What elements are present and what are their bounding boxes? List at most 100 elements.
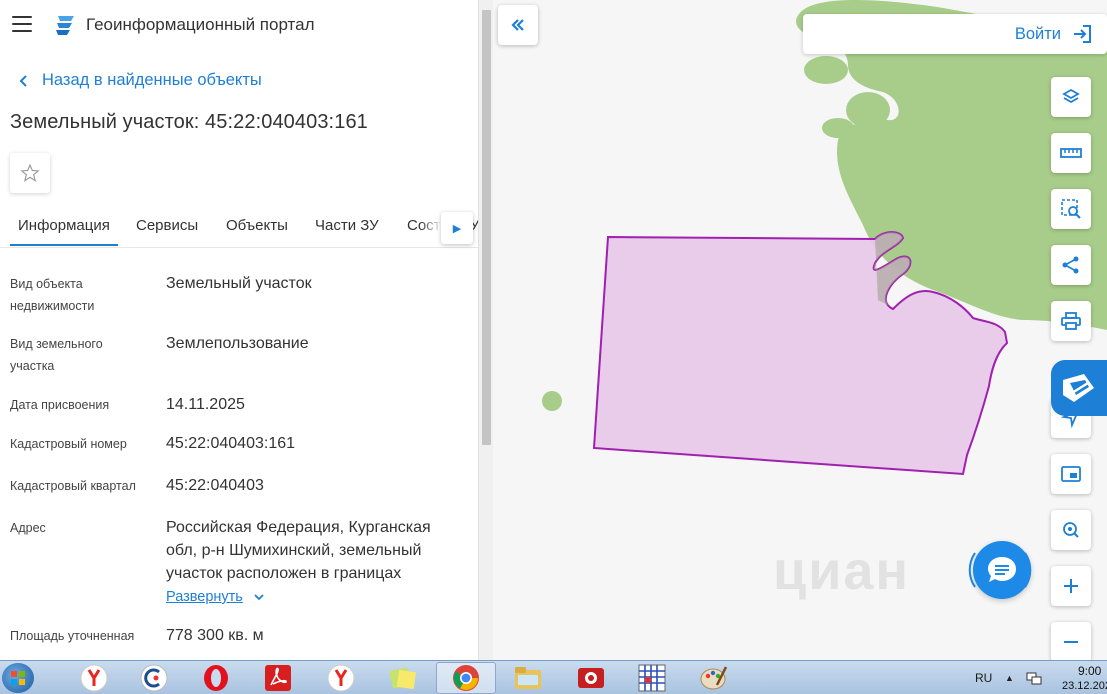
- prop-value-area: 778 300 кв. м: [166, 627, 264, 644]
- yandex-browser-icon: [80, 664, 108, 692]
- favorite-button[interactable]: [10, 153, 50, 193]
- prop-value-parcel-type: Землепользование: [166, 335, 309, 352]
- paint-icon: [700, 666, 728, 690]
- taskbar-acrobat-reader[interactable]: [248, 662, 308, 694]
- cian-watermark: циан: [773, 541, 911, 601]
- plus-icon: [1064, 579, 1078, 593]
- print-button[interactable]: [1051, 301, 1091, 341]
- geolocation-button[interactable]: [1051, 510, 1091, 550]
- ccleaner-icon: [140, 664, 168, 692]
- taskbar-sticky-notes[interactable]: [373, 662, 433, 694]
- clock-date[interactable]: 23.12.2025: [1062, 680, 1107, 692]
- folder-icon: [515, 667, 541, 689]
- collapse-panel-button[interactable]: [498, 5, 538, 45]
- chat-widget[interactable]: [963, 533, 1037, 607]
- taskbar-ccleaner[interactable]: [124, 662, 184, 694]
- minimap-icon: [1061, 466, 1081, 482]
- clock-time[interactable]: 9:00: [1078, 664, 1101, 678]
- prop-value-cadastral-quarter: 45:22:040403: [166, 477, 264, 494]
- acrobat-icon: [265, 665, 291, 691]
- taskbar-yandex-browser[interactable]: [64, 662, 124, 694]
- tab-fade: [420, 210, 442, 246]
- prop-value-date: 14.11.2025: [166, 396, 245, 413]
- back-to-results-link[interactable]: Назад в найденные объекты: [14, 71, 262, 90]
- grid-app-icon: [638, 664, 666, 692]
- chevron-left-icon: [19, 74, 27, 87]
- caret-right-icon: ▶: [452, 222, 462, 235]
- taskbar-chrome[interactable]: [436, 662, 496, 694]
- tabs-scroll-right-button[interactable]: ▶: [441, 212, 473, 244]
- back-link-label: Назад в найденные объекты: [42, 71, 262, 89]
- star-icon: [20, 163, 40, 182]
- prop-label-cadastral-quarter: Кадастровый квартал: [10, 479, 136, 493]
- prop-label-parcel-type: Вид земельного участка: [10, 337, 103, 373]
- tray-expand-icon[interactable]: ▲: [1005, 673, 1014, 683]
- vegetation-patch: [822, 118, 854, 138]
- menu-icon[interactable]: [12, 16, 32, 32]
- start-button[interactable]: [2, 663, 34, 693]
- chevron-down-icon: [254, 594, 264, 601]
- login-button[interactable]: Войти: [803, 14, 1107, 54]
- measure-button[interactable]: [1051, 133, 1091, 173]
- tab-services[interactable]: Сервисы: [136, 217, 198, 234]
- expand-address-link[interactable]: Развернуть: [166, 589, 265, 605]
- left-panel-scrollbar[interactable]: [478, 0, 493, 660]
- zoom-out-button[interactable]: [1051, 622, 1091, 660]
- prop-label-area: Площадь уточненная: [10, 629, 135, 643]
- prop-label-object-type: Вид объекта недвижимости: [10, 277, 95, 313]
- minimap-button[interactable]: [1051, 454, 1091, 494]
- chrome-icon: [453, 665, 479, 691]
- prop-label-cadastral-number: Кадастровый номер: [10, 437, 127, 451]
- sign-in-icon: [1074, 25, 1091, 43]
- network-icon[interactable]: [1026, 671, 1042, 685]
- geolocation-icon: [1063, 522, 1079, 538]
- portal-logo-icon: [56, 16, 74, 35]
- tab-parcel-parts[interactable]: Части ЗУ: [315, 217, 379, 234]
- cian-logo-icon: [1063, 374, 1094, 402]
- prop-value-address: Российская Федерация, Курганская обл, р-…: [166, 519, 431, 582]
- double-chevron-left-icon: [511, 19, 524, 31]
- keyboard-language[interactable]: RU: [975, 671, 992, 685]
- expand-link-label: Развернуть: [166, 589, 243, 605]
- login-label: Войти: [1014, 24, 1061, 43]
- share-icon: [1062, 256, 1079, 274]
- left-panel: Геоинформационный портал Назад в найденн…: [0, 0, 478, 660]
- header: Геоинформационный портал: [0, 0, 478, 50]
- chat-button[interactable]: [973, 541, 1031, 599]
- prop-label-date: Дата присвоения: [10, 398, 110, 412]
- vegetation-patch: [542, 391, 562, 411]
- prop-value-cadastral-number: 45:22:040403:161: [166, 435, 296, 452]
- chat-icon: [988, 557, 1016, 582]
- taskbar: RU ▲ 9:00 23.12.2025: [0, 660, 1107, 694]
- taskbar-file-explorer[interactable]: [498, 662, 558, 694]
- layers-button[interactable]: [1051, 77, 1091, 117]
- windows-logo-icon: [11, 671, 25, 685]
- taskbar-yandex-browser-2[interactable]: [311, 662, 371, 694]
- zoom-in-button[interactable]: [1051, 566, 1091, 606]
- tab-objects[interactable]: Объекты: [226, 217, 288, 234]
- prop-label-address: Адрес: [10, 521, 46, 535]
- tab-bar: Информация Сервисы Объекты Части ЗУ Сост…: [0, 205, 478, 248]
- taskbar-media-app[interactable]: [561, 662, 621, 694]
- portal-title: Геоинформационный портал: [86, 15, 315, 34]
- prop-value-object-type: Земельный участок: [166, 275, 312, 292]
- share-button[interactable]: [1051, 245, 1091, 285]
- media-app-icon: [578, 668, 604, 688]
- opera-icon: [204, 665, 228, 691]
- taskbar-grid-app[interactable]: [622, 662, 682, 694]
- vegetation-patch: [846, 92, 890, 128]
- area-select-button[interactable]: [1051, 189, 1091, 229]
- area-select-icon: [1061, 199, 1081, 219]
- layers-icon: [1062, 88, 1080, 104]
- ruler-icon: [1060, 148, 1082, 158]
- print-icon: [1061, 312, 1081, 330]
- vegetation-patch: [804, 56, 848, 84]
- map-view[interactable]: циан Войти: [493, 0, 1107, 660]
- taskbar-opera[interactable]: [186, 662, 246, 694]
- cian-button[interactable]: [1051, 360, 1107, 416]
- taskbar-paint[interactable]: [684, 662, 744, 694]
- scrollbar-thumb[interactable]: [482, 10, 491, 445]
- minus-icon: [1064, 641, 1078, 643]
- tab-information[interactable]: Информация: [10, 217, 118, 246]
- sticky-notes-icon: [389, 667, 417, 690]
